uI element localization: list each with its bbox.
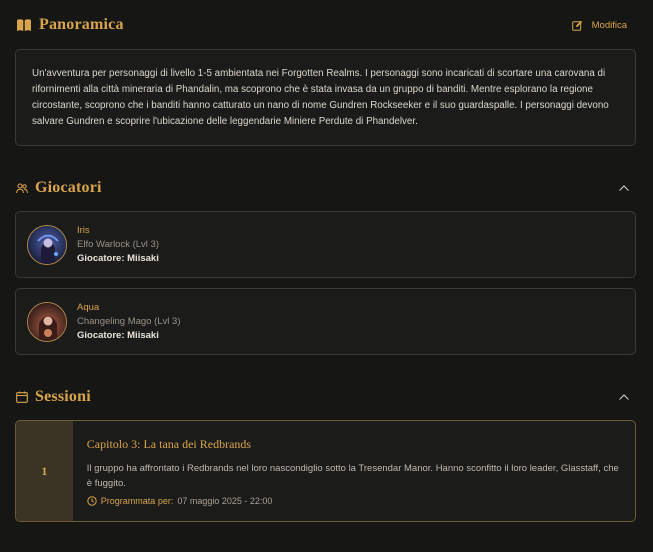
player-name: Giocatore: Miisaki [77, 330, 159, 341]
overview-box: Un'avventura per personaggi di livello 1… [15, 49, 636, 146]
sessions-title: Sessioni [35, 388, 91, 405]
character-name: Iris [77, 225, 90, 236]
edit-button[interactable]: Modifica [571, 19, 627, 31]
schedule-label: Programmata per: [100, 496, 174, 506]
chevron-up-icon[interactable] [617, 181, 631, 195]
player-card[interactable]: Iris Elfo Warlock (Lvl 3) Giocatore: Mii… [15, 211, 636, 278]
session-card[interactable]: 1 Capitolo 3: La tana dei Redbrands Il g… [15, 420, 636, 522]
session-number: 1 [16, 421, 73, 521]
sessions-header: Sessioni [16, 388, 635, 406]
overview-header: Panoramica Modifica [16, 16, 635, 34]
character-name: Aqua [77, 302, 100, 313]
users-icon [16, 183, 28, 194]
clock-icon [87, 496, 97, 506]
players-header: Giocatori [16, 179, 635, 197]
character-class: Elfo Warlock (Lvl 3) [77, 239, 159, 250]
players-title-group: Giocatori [16, 179, 102, 197]
overview-title: Panoramica [39, 16, 124, 33]
avatar [27, 224, 67, 265]
chevron-up-icon[interactable] [617, 390, 631, 404]
player-info: Aqua Changeling Mago (Lvl 3) Giocatore: … [77, 302, 181, 341]
player-card[interactable]: Aqua Changeling Mago (Lvl 3) Giocatore: … [15, 288, 636, 355]
player-info: Iris Elfo Warlock (Lvl 3) Giocatore: Mii… [77, 225, 159, 264]
book-icon [16, 18, 32, 32]
calendar-icon [16, 391, 28, 403]
edit-label: Modifica [591, 19, 627, 31]
session-body: Capitolo 3: La tana dei Redbrands Il gru… [73, 421, 635, 521]
campaign-page: Panoramica Modifica Un'avventura per per… [0, 0, 653, 552]
edit-icon [571, 20, 583, 31]
overview-description: Un'avventura per personaggi di livello 1… [32, 68, 609, 127]
overview-title-group: Panoramica [16, 16, 124, 34]
avatar [27, 301, 67, 342]
character-class: Changeling Mago (Lvl 3) [77, 316, 181, 327]
player-name: Giocatore: Miisaki [77, 253, 159, 264]
sessions-title-group: Sessioni [16, 388, 91, 406]
session-description: Il gruppo ha affrontato i Redbrands nel … [86, 463, 619, 489]
schedule-value: 07 maggio 2025 - 22:00 [177, 496, 273, 506]
session-schedule: Programmata per: 07 maggio 2025 - 22:00 [87, 496, 621, 506]
session-title: Capitolo 3: La tana dei Redbrands [86, 437, 252, 451]
players-title: Giocatori [35, 179, 102, 196]
